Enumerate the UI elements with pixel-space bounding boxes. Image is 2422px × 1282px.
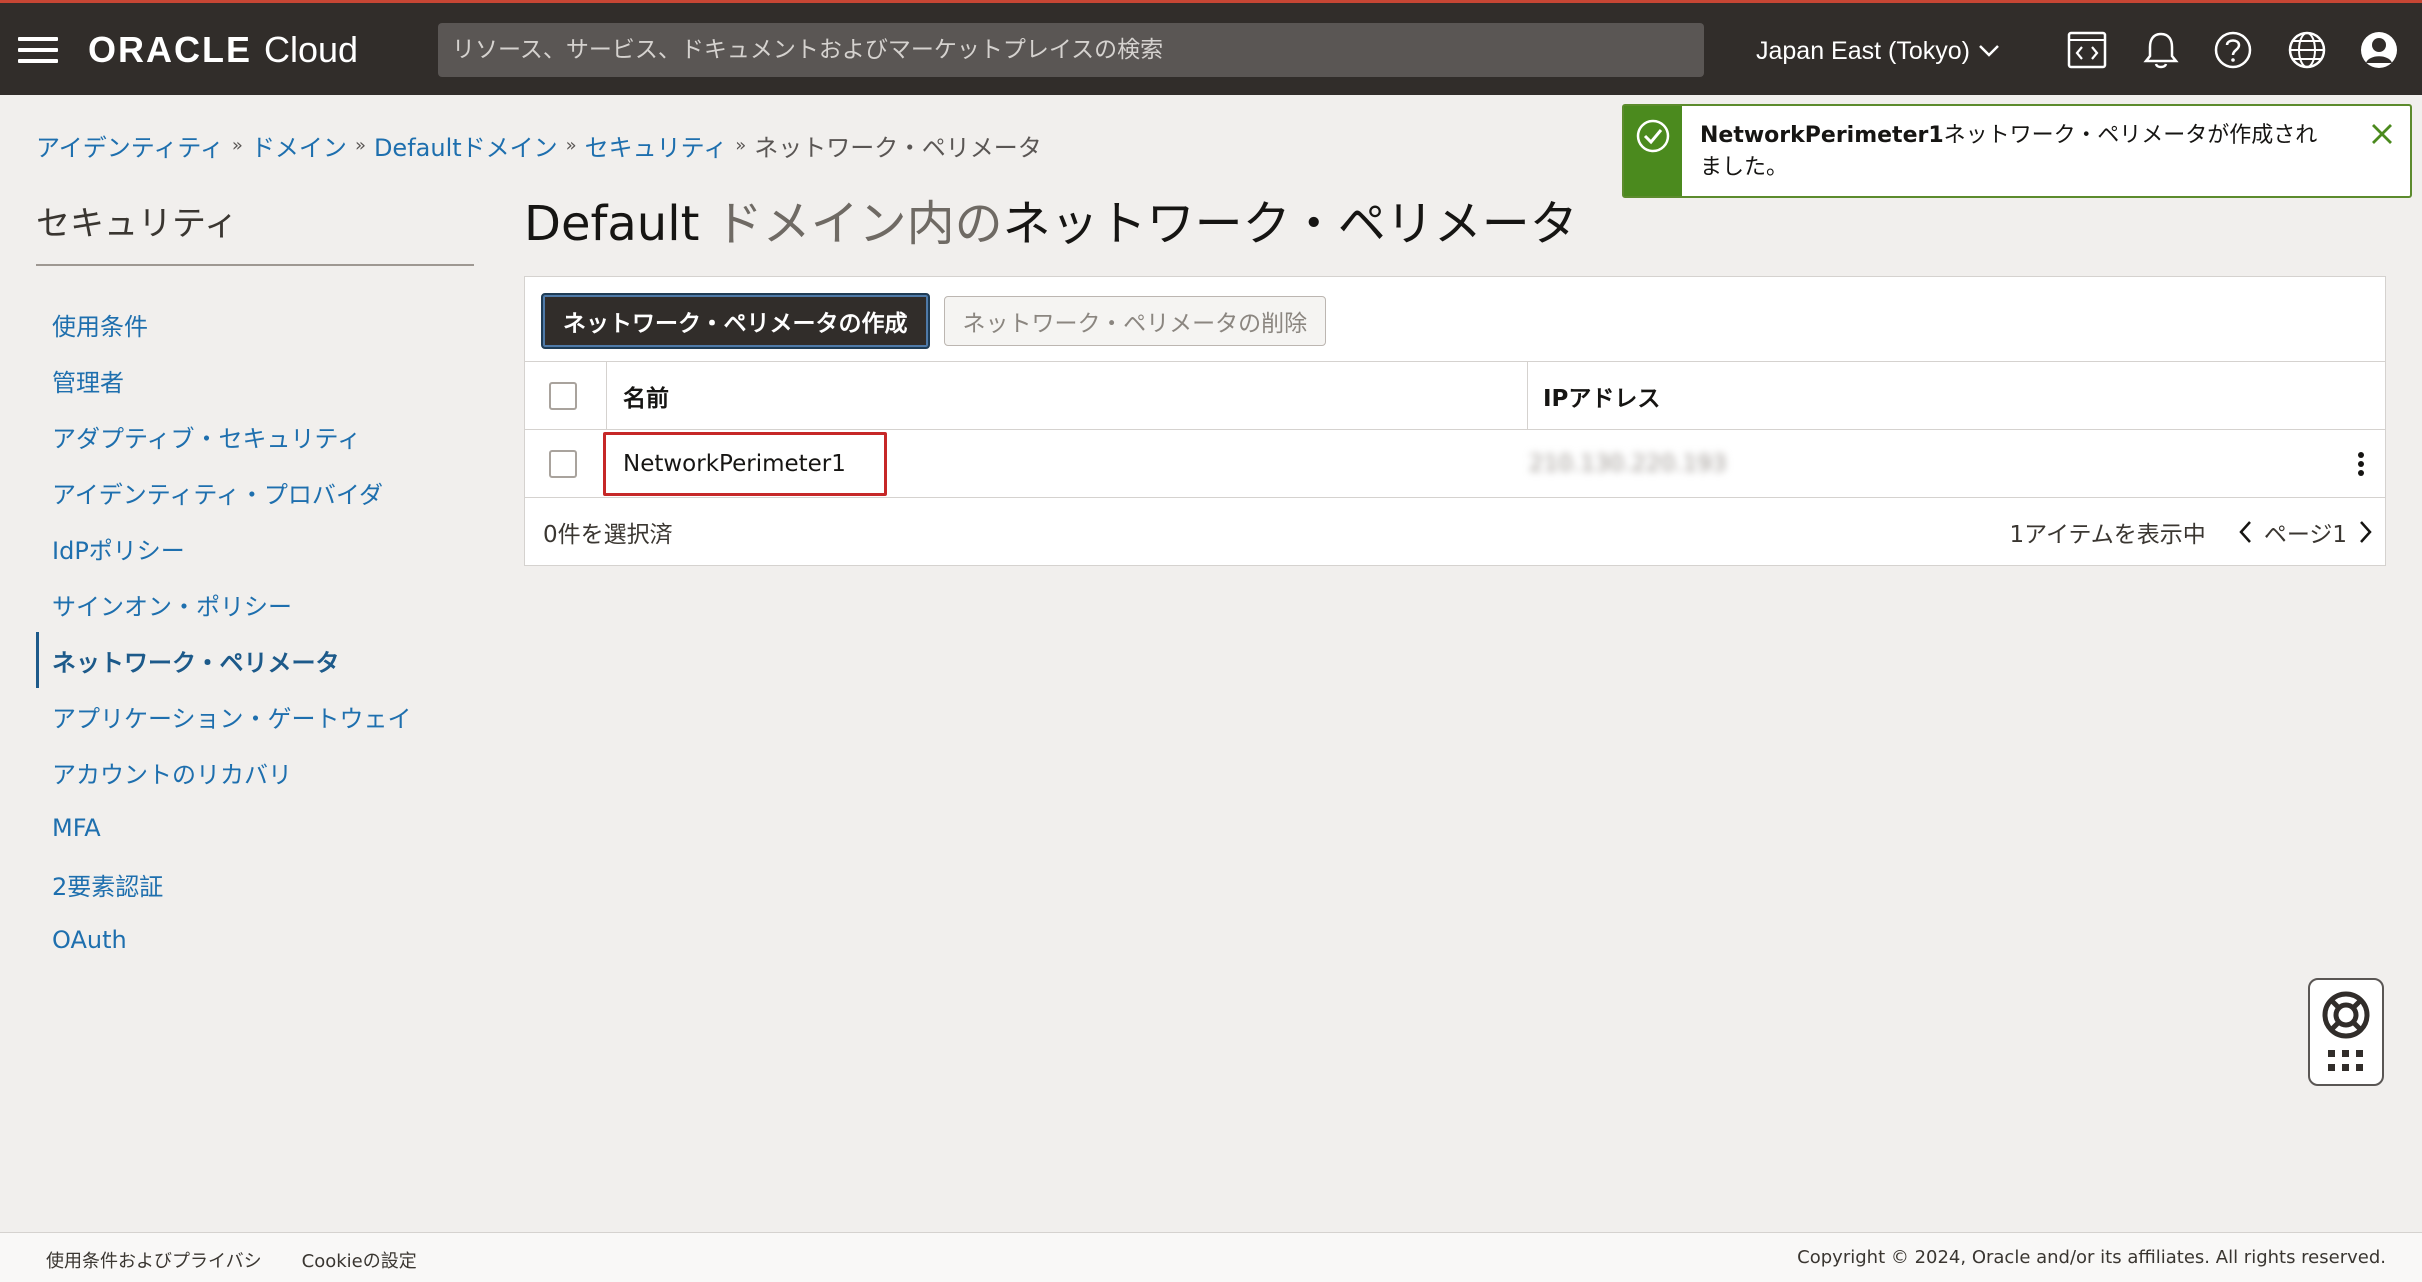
column-divider bbox=[606, 362, 607, 429]
breadcrumb-current: ネットワーク・ペリメータ bbox=[754, 134, 1042, 162]
delete-network-perimeter-button: ネットワーク・ペリメータの削除 bbox=[943, 296, 1327, 346]
page-title-resource: ネットワーク・ペリメータ bbox=[1002, 196, 1578, 252]
page-title: Default ドメイン内のネットワーク・ペリメータ bbox=[524, 184, 1578, 254]
sidebar-item-idp-policies[interactable]: IdPポリシー bbox=[36, 520, 476, 576]
oracle-cloud-logo[interactable]: ORACLE Cloud bbox=[88, 28, 358, 72]
cloud-shell-icon[interactable] bbox=[2064, 27, 2110, 73]
breadcrumb-separator: » bbox=[735, 135, 747, 156]
notifications-bell-icon[interactable] bbox=[2138, 27, 2184, 73]
sidebar-item-two-factor[interactable]: 2要素認証 bbox=[36, 856, 476, 912]
network-perimeter-table: 名前 IPアドレス NetworkPerimeter1 210.130.220.… bbox=[525, 361, 2385, 497]
network-perimeter-name-link[interactable]: NetworkPerimeter1 bbox=[623, 451, 846, 477]
breadcrumb: アイデンティティ » ドメイン » Defaultドメイン » セキュリティ »… bbox=[36, 128, 1042, 163]
table-footer: 0件を選択済 1アイテムを表示中 ページ1 bbox=[525, 497, 2385, 565]
top-header: ORACLE Cloud Japan East (Tokyo) bbox=[0, 0, 2422, 95]
region-label: Japan East (Tokyo) bbox=[1756, 36, 1970, 65]
sidebar-item-mfa[interactable]: MFA bbox=[36, 800, 476, 856]
toast-resource-name: NetworkPerimeter1 bbox=[1700, 123, 1944, 148]
next-page-icon[interactable] bbox=[2359, 520, 2373, 544]
copyright-text: Copyright © 2024, Oracle and/or its affi… bbox=[1797, 1247, 2386, 1268]
column-header-name[interactable]: 名前 bbox=[623, 362, 669, 429]
sidebar-divider bbox=[36, 264, 474, 266]
breadcrumb-security[interactable]: セキュリティ bbox=[585, 128, 728, 163]
close-icon[interactable] bbox=[2354, 106, 2410, 196]
table-header-row: 名前 IPアドレス bbox=[525, 361, 2385, 429]
previous-page-icon[interactable] bbox=[2238, 520, 2252, 544]
toast-message: NetworkPerimeter1ネットワーク・ペリメータが作成されました。 bbox=[1682, 106, 2354, 196]
network-perimeter-table-panel: ネットワーク・ペリメータの作成 ネットワーク・ペリメータの削除 名前 IPアドレ… bbox=[524, 276, 2386, 566]
row-checkbox[interactable] bbox=[549, 449, 577, 478]
help-icon[interactable] bbox=[2210, 27, 2256, 73]
logo-cloud-text: Cloud bbox=[264, 29, 359, 70]
terms-privacy-link[interactable]: 使用条件およびプライバシ bbox=[46, 1247, 262, 1273]
ip-address-value: 210.130.220.193 bbox=[1529, 450, 1727, 477]
sidebar-item-account-recovery[interactable]: アカウントのリカバリ bbox=[36, 744, 476, 800]
sidebar-item-oauth[interactable]: OAuth bbox=[36, 912, 476, 968]
sidebar-title: セキュリティ bbox=[36, 204, 238, 244]
breadcrumb-separator: » bbox=[565, 135, 577, 156]
logo-oracle-text: ORACLE bbox=[88, 29, 252, 70]
language-globe-icon[interactable] bbox=[2284, 27, 2330, 73]
page-footer: 使用条件およびプライバシ Cookieの設定 Copyright © 2024,… bbox=[0, 1232, 2422, 1282]
selected-count: 0件を選択済 bbox=[543, 522, 673, 548]
keypad-grid-icon bbox=[2328, 1050, 2363, 1071]
sidebar-item-terms[interactable]: 使用条件 bbox=[36, 296, 476, 352]
page-title-muted: ドメイン内の bbox=[699, 196, 1003, 252]
breadcrumb-domains[interactable]: ドメイン bbox=[251, 128, 347, 163]
select-all-checkbox[interactable] bbox=[549, 381, 577, 410]
breadcrumb-separator: » bbox=[231, 135, 243, 156]
page-label: ページ1 bbox=[2263, 522, 2347, 548]
breadcrumb-identity[interactable]: アイデンティティ bbox=[36, 128, 224, 163]
row-actions-kebab-icon[interactable] bbox=[2347, 450, 2375, 478]
table-row: NetworkPerimeter1 210.130.220.193 bbox=[525, 429, 2385, 497]
breadcrumb-separator: » bbox=[354, 135, 366, 156]
success-check-icon bbox=[1636, 119, 1670, 153]
sidebar-item-administrators[interactable]: 管理者 bbox=[36, 352, 476, 408]
column-divider bbox=[1527, 362, 1528, 429]
sidebar-item-app-gateways[interactable]: アプリケーション・ゲートウェイ bbox=[36, 688, 476, 744]
sidebar-item-adaptive-security[interactable]: アダプティブ・セキュリティ bbox=[36, 408, 476, 464]
sidebar-item-identity-providers[interactable]: アイデンティティ・プロバイダ bbox=[36, 464, 476, 520]
toast-status-bar bbox=[1624, 106, 1682, 196]
user-profile-icon[interactable] bbox=[2356, 27, 2402, 73]
success-toast: NetworkPerimeter1ネットワーク・ペリメータが作成されました。 bbox=[1622, 104, 2412, 198]
lifebuoy-icon bbox=[2322, 991, 2370, 1039]
create-network-perimeter-button[interactable]: ネットワーク・ペリメータの作成 bbox=[541, 293, 930, 349]
help-support-widget[interactable] bbox=[2308, 978, 2384, 1086]
page-title-domain: Default bbox=[524, 196, 700, 252]
region-selector[interactable]: Japan East (Tokyo) bbox=[1756, 31, 2000, 71]
pagination: 1アイテムを表示中 ページ1 bbox=[2009, 498, 2373, 566]
sidebar-item-sign-on-policies[interactable]: サインオン・ポリシー bbox=[36, 576, 476, 632]
table-toolbar: ネットワーク・ペリメータの作成 ネットワーク・ペリメータの削除 bbox=[541, 293, 1327, 349]
chevron-down-icon bbox=[1979, 45, 1999, 57]
cookie-settings-link[interactable]: Cookieの設定 bbox=[302, 1247, 417, 1273]
breadcrumb-default-domain[interactable]: Defaultドメイン bbox=[374, 128, 558, 163]
items-shown-label: 1アイテムを表示中 bbox=[2009, 522, 2206, 548]
row-ip-cell: 210.130.220.193 bbox=[1529, 430, 1727, 497]
select-all-cell bbox=[549, 362, 577, 429]
row-select-cell bbox=[549, 430, 577, 497]
sidebar-nav: 使用条件 管理者 アダプティブ・セキュリティ アイデンティティ・プロバイダ Id… bbox=[36, 296, 476, 968]
row-name-cell: NetworkPerimeter1 bbox=[623, 430, 846, 497]
sidebar-item-network-perimeters[interactable]: ネットワーク・ペリメータ bbox=[36, 632, 476, 688]
column-header-ip[interactable]: IPアドレス bbox=[1543, 362, 1660, 429]
search-input[interactable] bbox=[438, 23, 1704, 77]
menu-icon[interactable] bbox=[18, 35, 60, 65]
